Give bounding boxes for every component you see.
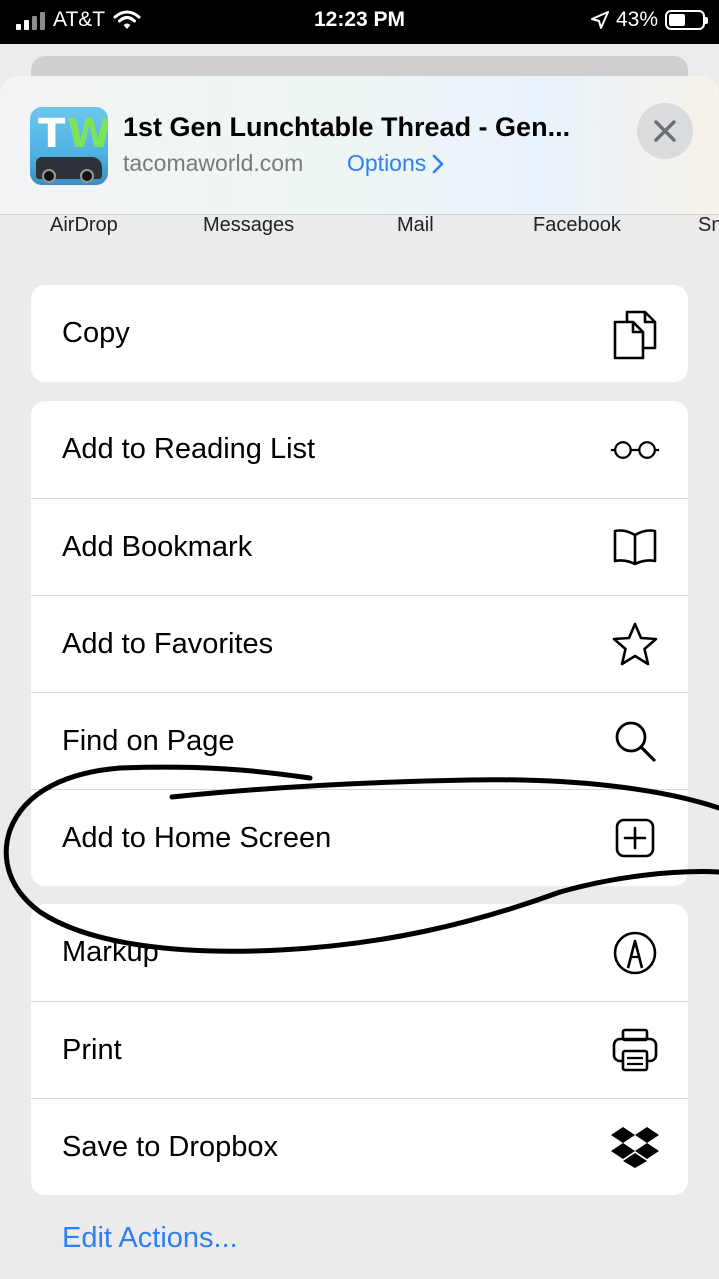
battery-icon xyxy=(665,10,708,30)
copy-icon xyxy=(610,309,660,359)
action-label: Find on Page xyxy=(62,724,235,757)
action-label: Add to Favorites xyxy=(62,627,274,660)
action-label: Markup xyxy=(62,936,159,968)
action-label: Add to Home Screen xyxy=(62,821,332,854)
book-icon xyxy=(610,522,660,572)
copy-group: Copy xyxy=(31,285,688,382)
markup-pen-icon xyxy=(610,928,660,978)
close-button[interactable] xyxy=(637,103,693,159)
chevron-right-icon xyxy=(432,154,444,173)
action-label: Save to Dropbox xyxy=(62,1130,279,1163)
page-title: 1st Gen Lunchtable Thread - Gen... xyxy=(123,112,571,142)
edit-actions-link[interactable]: Edit Actions... xyxy=(62,1222,238,1255)
app-facebook[interactable]: Facebook xyxy=(533,214,621,237)
action-add-to-reading-list[interactable]: Add to Reading List xyxy=(31,401,688,498)
action-label: Copy xyxy=(62,317,130,349)
action-copy[interactable]: Copy xyxy=(31,285,688,382)
plus-square-icon xyxy=(610,813,660,863)
location-arrow-icon xyxy=(590,11,609,29)
battery-percent: 43% xyxy=(615,8,658,31)
status-bar: AT&T 12:23 PM 43% xyxy=(0,0,719,44)
share-header: TW 1st Gen Lunchtable Thread - Gen... ta… xyxy=(0,76,719,215)
page-domain: tacomaworld.com xyxy=(123,150,304,176)
action-add-to-home-screen[interactable]: Add to Home Screen xyxy=(31,789,688,886)
share-sheet: TW 1st Gen Lunchtable Thread - Gen... ta… xyxy=(0,76,719,1279)
magnifier-icon xyxy=(610,716,660,766)
dropbox-icon xyxy=(610,1122,660,1172)
close-icon xyxy=(654,120,676,142)
action-label: Add Bookmark xyxy=(62,530,253,563)
action-add-to-favorites[interactable]: Add to Favorites xyxy=(31,595,688,692)
action-markup[interactable]: Markup xyxy=(31,904,688,1001)
app-messages[interactable]: Messages xyxy=(203,214,294,237)
app-mail[interactable]: Mail xyxy=(397,214,434,237)
options-link[interactable]: Options xyxy=(347,150,444,177)
app-share-row: AirDrop Messages Mail Facebook Sn xyxy=(0,214,719,254)
action-label: Print xyxy=(62,1033,122,1066)
action-label: Add to Reading List xyxy=(62,433,316,465)
printer-icon xyxy=(610,1025,660,1075)
action-print[interactable]: Print xyxy=(31,1001,688,1098)
options-label: Options xyxy=(347,150,427,176)
app-airdrop[interactable]: AirDrop xyxy=(50,214,118,237)
glasses-icon xyxy=(610,425,660,475)
site-icon: TW xyxy=(30,107,108,185)
app-next[interactable]: Sn xyxy=(698,214,719,237)
action-find-on-page[interactable]: Find on Page xyxy=(31,692,688,789)
more-actions-group: Markup Print Save to Dropbox xyxy=(31,904,688,1195)
star-icon xyxy=(610,619,660,669)
actions-group: Add to Reading List Add Bookmark Add to … xyxy=(31,401,688,886)
action-save-to-dropbox[interactable]: Save to Dropbox xyxy=(31,1098,688,1195)
action-add-bookmark[interactable]: Add Bookmark xyxy=(31,498,688,595)
